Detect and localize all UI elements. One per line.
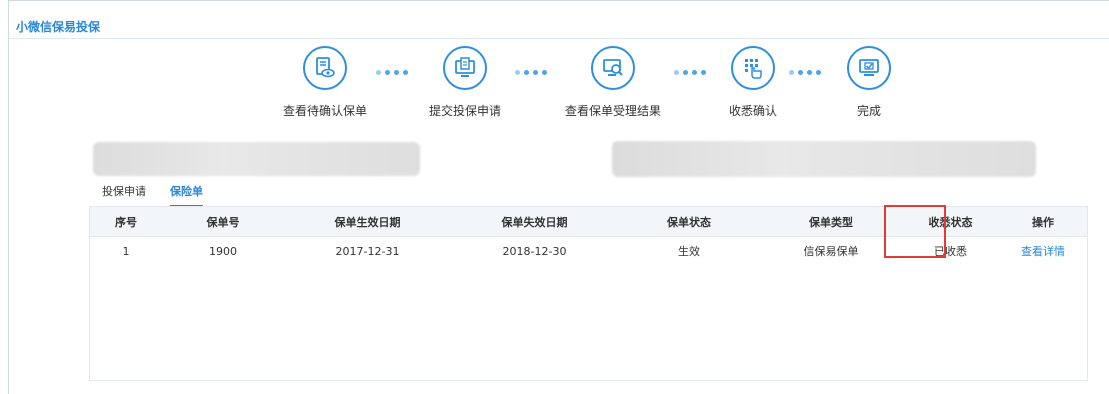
step-1: 查看待确认保单 (260, 46, 390, 119)
view-details-link[interactable]: 查看详情 (1021, 245, 1065, 258)
receipt-status-highlight-box (884, 205, 946, 258)
step-label: 收悉确认 (728, 104, 777, 118)
tab-policy[interactable]: 保险单 (170, 183, 203, 207)
col-header-status: 保单状态 (618, 207, 760, 237)
col-header-action: 操作 (999, 207, 1087, 237)
document-eye-icon (303, 46, 347, 90)
cell-type: 信保易保单 (803, 245, 859, 258)
cell-start-date: 2017-12-31 (335, 244, 400, 258)
progress-steps: 查看待确认保单 提交投保申请 查看保单受理结果 收悉确认 完成 (0, 0, 1109, 130)
step-label: 提交投保申请 (428, 104, 501, 118)
col-header-index: 序号 (90, 207, 162, 237)
cell-status: 生效 (678, 245, 700, 258)
col-header-policy-no: 保单号 (162, 207, 284, 237)
redacted-info-right (612, 141, 1036, 177)
monitor-document-icon (443, 46, 487, 90)
col-header-end-date: 保单失效日期 (451, 207, 618, 237)
step-2: 提交投保申请 (400, 46, 530, 119)
cell-end-date: 2018-12-30 (502, 244, 567, 258)
cell-policy-no: 1900 (209, 244, 237, 258)
step-4: 收悉确认 (688, 46, 818, 119)
monitor-search-icon (591, 46, 635, 90)
step-label: 完成 (856, 104, 881, 118)
col-header-type: 保单类型 (760, 207, 902, 237)
tab-application[interactable]: 投保申请 (102, 183, 146, 207)
monitor-check-icon (847, 46, 891, 90)
redacted-info-left (93, 142, 420, 176)
step-connector (515, 70, 547, 75)
step-label: 查看待确认保单 (282, 104, 367, 118)
tab-bar: 投保申请 保险单 (102, 183, 203, 207)
step-label: 查看保单受理结果 (564, 104, 661, 118)
keypad-hand-icon (731, 46, 775, 90)
cell-index: 1 (122, 244, 130, 258)
col-header-start-date: 保单生效日期 (284, 207, 451, 237)
step-5: 完成 (804, 46, 934, 119)
step-3: 查看保单受理结果 (548, 46, 678, 119)
